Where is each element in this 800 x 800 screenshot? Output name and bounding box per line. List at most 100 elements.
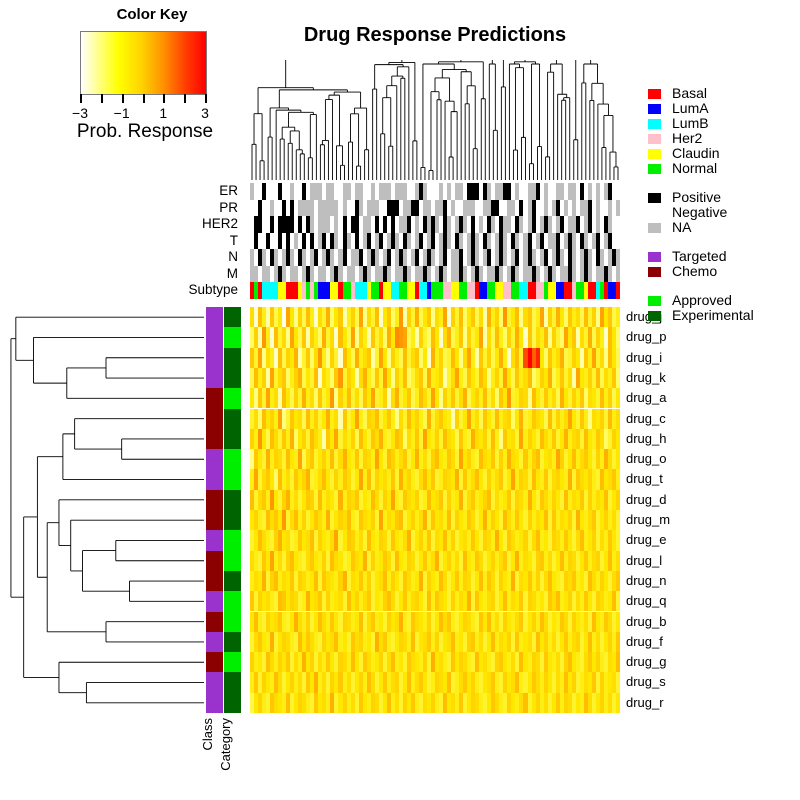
color-key-tick <box>100 94 103 103</box>
row-class-cell <box>206 611 223 633</box>
row-category-cell <box>224 530 241 551</box>
heatmap-row-label: drug_n <box>626 572 667 588</box>
heatmap-cell <box>615 327 621 348</box>
column-annotation-cell <box>615 183 621 200</box>
heatmap-row-labels: drug_j drug_p drug_i drug_k drug_a drug_c drug… <box>626 307 716 713</box>
column-dendrogram-path <box>252 60 618 180</box>
legend-swatch <box>648 311 661 321</box>
row-class-cell <box>206 672 223 694</box>
column-annotation-cell <box>615 249 621 266</box>
row-class-cell <box>206 367 223 389</box>
heatmap-row-label: drug_l <box>626 552 663 568</box>
legend-swatch <box>648 104 661 114</box>
row-category-cell <box>224 570 241 592</box>
heatmap-row <box>250 672 621 693</box>
column-annotation-cell <box>615 232 621 250</box>
heatmap-cell <box>615 347 621 368</box>
heatmap-cell <box>615 591 621 612</box>
heatmap-row <box>250 652 621 673</box>
legend-label: Chemo <box>672 263 718 279</box>
column-annotation-label: M <box>226 265 238 281</box>
column-annotation-row <box>250 232 621 250</box>
heatmap-row-label: drug_d <box>626 491 667 507</box>
legend-swatch <box>648 193 661 203</box>
heatmap-row <box>250 591 621 612</box>
legend-swatch <box>648 149 661 159</box>
heatmap-row-label: drug_f <box>626 633 663 649</box>
heatmap-row-label: drug_c <box>626 410 666 426</box>
column-dendrogram <box>250 60 620 180</box>
column-annotation-row <box>250 249 621 266</box>
column-annotation-cell <box>615 265 621 283</box>
heatmap-cell <box>615 611 621 632</box>
row-category-cell <box>224 428 241 450</box>
heatmap-row <box>250 570 621 592</box>
legend-label: Her2 <box>672 130 703 146</box>
legend-label: Basal <box>672 85 708 101</box>
page-title: Drug Response Predictions <box>303 24 567 46</box>
row-annotation-axis-labels: Class Category <box>198 718 254 794</box>
column-annotation-label: ER <box>219 183 238 198</box>
heatmap-row <box>250 367 621 389</box>
legend-label: LumA <box>672 100 709 116</box>
heatmap-row-label: drug_s <box>626 674 666 690</box>
color-key-ticks <box>80 94 207 103</box>
heatmap-row <box>250 489 621 510</box>
column-annotation-cell <box>615 216 621 233</box>
heatmap-cell <box>615 428 621 450</box>
heatmap-cell <box>615 530 621 551</box>
row-dendrogram-path <box>11 317 204 703</box>
color-key-tick <box>142 94 145 103</box>
heatmap-row-label: drug_g <box>626 654 667 670</box>
legend-swatch <box>648 134 661 144</box>
heatmap-row-label: drug_a <box>626 390 667 406</box>
heatmap-cell <box>615 469 621 490</box>
heatmap-cell <box>615 672 621 693</box>
heatmap-row-label: drug_r <box>626 694 664 710</box>
row-class-cell <box>206 327 223 348</box>
legend-swatch <box>648 164 661 174</box>
row-dendrogram <box>8 307 204 713</box>
row-category-cell <box>224 652 241 673</box>
row-category-cell <box>224 550 241 572</box>
heatmap-cell <box>615 570 621 592</box>
row-category-cell <box>224 510 241 531</box>
legend-label: Positive <box>672 189 722 205</box>
legend-label: Normal <box>672 160 718 176</box>
heatmap-row <box>250 327 621 348</box>
row-class-cell <box>206 408 223 430</box>
row-category-cell <box>224 327 241 348</box>
column-annotation-row <box>250 199 621 217</box>
row-category-cell <box>224 611 241 633</box>
heatmap-grid <box>250 307 621 713</box>
legend-label: Experimental <box>672 307 754 323</box>
heatmap-cell <box>615 367 621 389</box>
column-annotation-cell <box>615 282 621 299</box>
heatmap-row <box>250 692 621 713</box>
color-key-gradient-bar <box>80 31 207 95</box>
legend-label: Approved <box>672 292 732 308</box>
heatmap-row <box>250 510 621 531</box>
legend-label: Targeted <box>672 248 727 264</box>
heatmap-row <box>250 428 621 450</box>
color-key-tick <box>163 94 166 103</box>
heatmap-row-label: drug_e <box>626 532 667 548</box>
legend-swatch <box>648 267 661 277</box>
row-class-cell <box>206 428 223 450</box>
heatmap-row <box>250 631 621 653</box>
heatmap-row <box>250 530 621 551</box>
row-class-cell <box>206 307 223 328</box>
row-category-cell <box>224 631 241 653</box>
column-annotation-row <box>250 282 621 299</box>
heatmap-cell <box>615 550 621 571</box>
row-category-cell <box>224 489 241 511</box>
color-key-tick-label: 1 <box>159 105 168 121</box>
row-class-cell <box>206 510 223 531</box>
legend-label: LumB <box>672 115 709 131</box>
heatmap-cell <box>615 408 621 429</box>
row-category-cell <box>224 591 241 612</box>
legend-label: Claudin <box>672 145 720 161</box>
color-key-tick <box>80 94 82 103</box>
row-class-cell <box>206 652 223 673</box>
legend-swatch <box>648 252 661 262</box>
